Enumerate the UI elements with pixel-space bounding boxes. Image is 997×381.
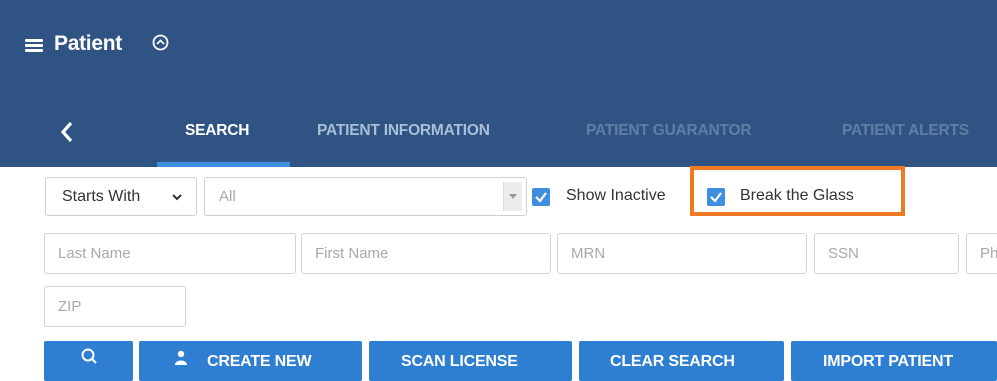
caret-down-icon (509, 194, 517, 199)
scope-value: All (219, 188, 236, 205)
clear-search-button[interactable]: CLEAR SEARCH (579, 341, 784, 381)
hamburger-menu-icon[interactable] (25, 39, 43, 53)
import-patient-button[interactable]: IMPORT PATIENT (791, 341, 997, 381)
phone-placeholder: Ph (980, 245, 997, 262)
first-name-field[interactable]: First Name (301, 233, 551, 274)
back-arrow-icon[interactable] (59, 120, 75, 144)
last-name-field[interactable]: Last Name (44, 233, 296, 274)
ssn-field[interactable]: SSN (814, 233, 959, 274)
tab-search[interactable]: SEARCH (185, 122, 249, 140)
app-header: Patient SEARCH PATIENT INFORMATION PATIE… (0, 0, 997, 167)
chevron-circle-icon[interactable] (152, 34, 169, 51)
zip-placeholder: ZIP (58, 298, 82, 315)
checkmark-icon (535, 192, 547, 203)
show-inactive-checkbox[interactable] (532, 188, 550, 206)
last-name-placeholder: Last Name (58, 245, 131, 262)
scope-dropdown-button[interactable] (503, 182, 522, 211)
highlight-box (690, 166, 905, 216)
zip-field[interactable]: ZIP (44, 286, 186, 327)
ssn-placeholder: SSN (828, 245, 859, 262)
first-name-placeholder: First Name (315, 245, 389, 262)
mrn-placeholder: MRN (571, 245, 606, 262)
scan-license-label: SCAN LICENSE (401, 353, 518, 370)
create-new-button[interactable]: CREATE NEW (139, 341, 362, 381)
scan-license-button[interactable]: SCAN LICENSE (369, 341, 572, 381)
tab-patient-information[interactable]: PATIENT INFORMATION (317, 122, 490, 140)
tab-patient-guarantor[interactable]: PATIENT GUARANTOR (586, 122, 752, 140)
search-icon (81, 348, 97, 364)
match-mode-select[interactable]: Starts With (45, 177, 197, 216)
user-icon (175, 350, 187, 365)
page-title: Patient (54, 32, 122, 55)
search-button[interactable] (44, 341, 133, 381)
tab-patient-alerts[interactable]: PATIENT ALERTS (842, 122, 969, 140)
mrn-field[interactable]: MRN (557, 233, 807, 274)
scope-combobox[interactable]: All (204, 177, 527, 216)
clear-search-label: CLEAR SEARCH (610, 353, 735, 370)
match-mode-value: Starts With (62, 188, 141, 205)
create-new-label: CREATE NEW (207, 353, 312, 370)
active-tab-indicator (157, 162, 290, 167)
show-inactive-label: Show Inactive (566, 187, 666, 204)
chevron-down-icon (172, 194, 182, 201)
import-patient-label: IMPORT PATIENT (823, 353, 953, 370)
phone-field[interactable]: Ph (966, 233, 997, 274)
